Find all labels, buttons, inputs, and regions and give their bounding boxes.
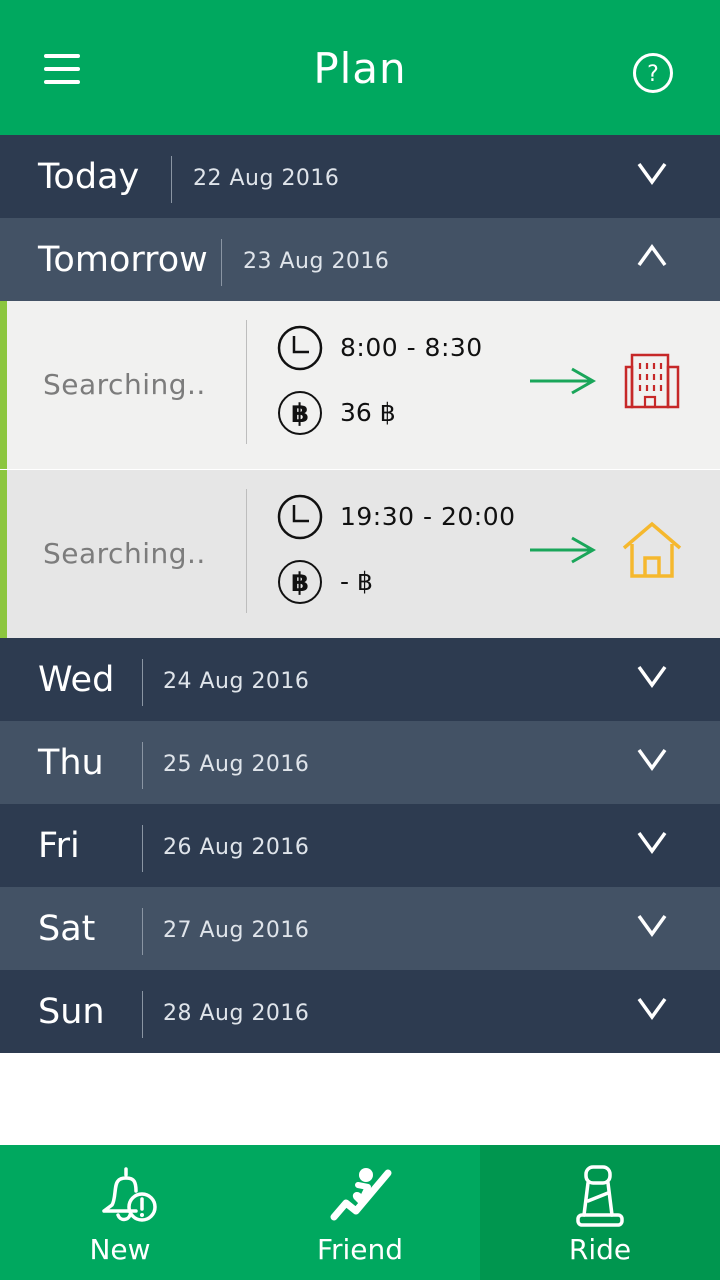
chevron-down-icon[interactable] — [636, 996, 668, 1020]
divider — [142, 742, 143, 789]
day-row-wed[interactable]: Wed 24 Aug 2016 — [0, 638, 720, 721]
day-date: 27 Aug 2016 — [163, 918, 310, 943]
chevron-down-icon[interactable] — [636, 913, 668, 937]
bottom-tab-bar: New Friend Ride — [0, 1145, 720, 1280]
divider — [142, 908, 143, 955]
trip-status-bar — [0, 301, 7, 469]
day-date: 26 Aug 2016 — [163, 835, 310, 860]
tab-label: Ride — [568, 1233, 632, 1266]
svg-text:฿: ฿ — [291, 568, 309, 598]
building-icon[interactable] — [620, 351, 684, 411]
trip-status-bar — [0, 470, 7, 638]
day-date: 28 Aug 2016 — [163, 1001, 310, 1026]
clock-icon — [277, 325, 323, 371]
trip-price: - ฿ — [340, 567, 373, 596]
day-date: 24 Aug 2016 — [163, 669, 310, 694]
day-row-today[interactable]: Today 22 Aug 2016 — [0, 135, 720, 218]
trip-status: Searching.. — [43, 537, 206, 570]
chevron-down-icon[interactable] — [636, 830, 668, 854]
tab-ride[interactable]: Ride — [480, 1145, 720, 1280]
app-header: Plan ? — [0, 0, 720, 135]
tab-label: New — [89, 1233, 151, 1266]
day-name: Sun — [38, 992, 105, 1032]
day-row-thu[interactable]: Thu 25 Aug 2016 — [0, 721, 720, 804]
day-name: Wed — [38, 660, 115, 700]
day-name: Tomorrow — [38, 240, 208, 280]
divider — [142, 825, 143, 872]
trip-price: 36 ฿ — [340, 398, 396, 427]
day-date: 23 Aug 2016 — [243, 249, 390, 274]
baht-icon: ฿ — [278, 391, 322, 435]
home-icon[interactable] — [620, 520, 684, 580]
trip-time: 19:30 - 20:00 — [340, 502, 516, 531]
seat-icon — [576, 1165, 624, 1227]
tab-label: Friend — [316, 1233, 404, 1266]
day-date: 22 Aug 2016 — [193, 166, 340, 191]
help-icon[interactable]: ? — [632, 52, 674, 94]
divider — [142, 991, 143, 1038]
trip-card-evening[interactable]: Searching.. 19:30 - 20:00 ฿ - ฿ — [0, 470, 720, 638]
divider — [246, 489, 247, 613]
day-row-sat[interactable]: Sat 27 Aug 2016 — [0, 887, 720, 970]
day-name: Thu — [38, 743, 104, 783]
day-name: Fri — [38, 826, 80, 866]
day-date: 25 Aug 2016 — [163, 752, 310, 777]
day-row-sun[interactable]: Sun 28 Aug 2016 — [0, 970, 720, 1053]
chevron-down-icon[interactable] — [636, 664, 668, 688]
tab-friend[interactable]: Friend — [240, 1145, 480, 1280]
trip-time: 8:00 - 8:30 — [340, 333, 483, 362]
svg-text:?: ? — [647, 62, 659, 87]
arrow-right-icon — [530, 367, 596, 395]
svg-text:฿: ฿ — [291, 399, 309, 429]
trip-card-morning[interactable]: Searching.. 8:00 - 8:30 ฿ 36 ฿ — [0, 301, 720, 469]
trip-status: Searching.. — [43, 368, 206, 401]
divider — [246, 320, 247, 444]
day-name: Today — [38, 157, 140, 197]
page-title: Plan — [313, 44, 407, 93]
day-row-fri[interactable]: Fri 26 Aug 2016 — [0, 804, 720, 887]
bell-alert-icon — [102, 1167, 157, 1222]
divider — [142, 659, 143, 706]
day-row-tomorrow[interactable]: Tomorrow 23 Aug 2016 — [0, 218, 720, 301]
arrow-right-icon — [530, 536, 596, 564]
chevron-down-icon[interactable] — [636, 161, 668, 185]
tab-new[interactable]: New — [0, 1145, 240, 1280]
chevron-up-icon[interactable] — [636, 244, 668, 268]
divider — [221, 239, 222, 286]
divider — [171, 156, 172, 203]
day-name: Sat — [38, 909, 96, 949]
friend-icon — [330, 1168, 392, 1221]
chevron-down-icon[interactable] — [636, 747, 668, 771]
baht-icon: ฿ — [278, 560, 322, 604]
clock-icon — [277, 494, 323, 540]
